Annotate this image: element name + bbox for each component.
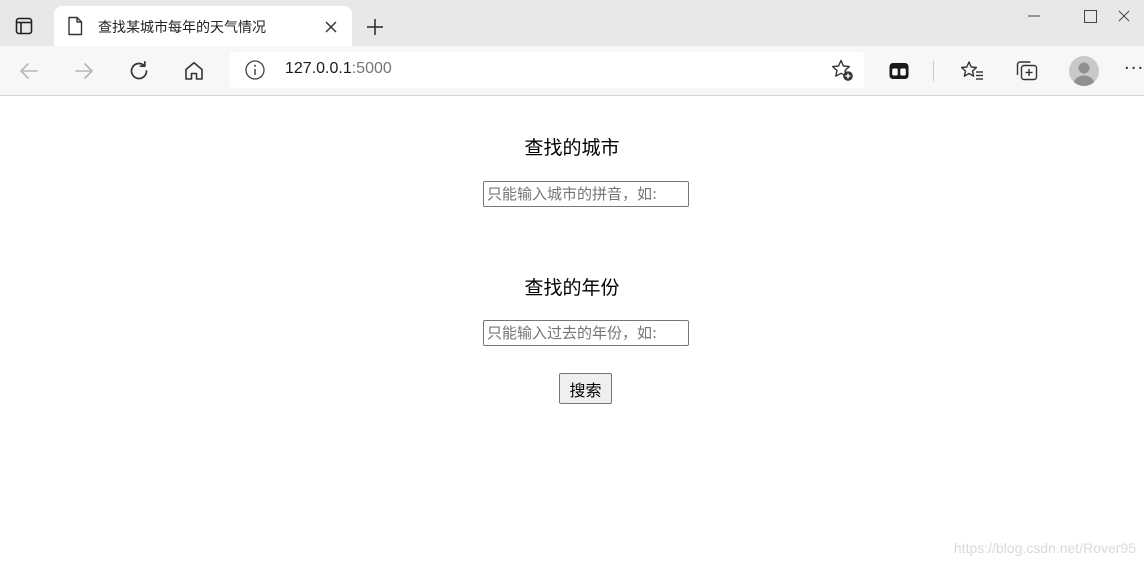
extension-button[interactable] — [882, 54, 916, 88]
minimize-icon — [1028, 15, 1040, 17]
avatar[interactable] — [1069, 56, 1099, 86]
collections-button[interactable] — [1010, 54, 1044, 88]
year-input[interactable] — [483, 320, 689, 346]
back-arrow-icon — [20, 63, 38, 79]
star-plus-icon[interactable] — [830, 58, 854, 82]
browser-toolbar: 127.0.0.1:5000 ··· — [0, 46, 1144, 96]
minimize-button[interactable] — [1006, 0, 1062, 32]
tab-close-button[interactable] — [320, 16, 342, 38]
home-icon — [185, 62, 203, 80]
collections-icon — [1016, 61, 1038, 81]
info-icon[interactable] — [244, 59, 266, 81]
close-window-button[interactable] — [1118, 0, 1144, 32]
profile-icon — [1074, 62, 1094, 86]
favorites-button[interactable] — [955, 54, 989, 88]
browser-tab[interactable]: 查找某城市每年的天气情况 — [54, 6, 352, 46]
back-button[interactable] — [12, 54, 46, 88]
more-icon[interactable]: ··· — [1124, 60, 1144, 78]
close-icon — [325, 21, 337, 33]
year-label: 查找的年份 — [524, 277, 620, 299]
maximize-button[interactable] — [1062, 0, 1118, 32]
refresh-icon — [130, 60, 148, 80]
forward-arrow-icon — [75, 63, 93, 79]
extension-icon — [889, 63, 909, 79]
refresh-button[interactable] — [122, 54, 156, 88]
close-window-icon — [1118, 10, 1130, 22]
search-button[interactable]: 搜索 — [559, 373, 612, 404]
tab-actions-icon — [15, 17, 33, 35]
page-content: 查找的城市 查找的年份 搜索 https://blog.csdn.net/Rov… — [0, 96, 1144, 564]
city-label: 查找的城市 — [524, 137, 620, 159]
address-bar[interactable]: 127.0.0.1:5000 — [230, 52, 864, 88]
home-button[interactable] — [177, 54, 211, 88]
city-input[interactable] — [483, 181, 689, 207]
forward-button[interactable] — [67, 54, 101, 88]
watermark: https://blog.csdn.net/Rover95 — [953, 540, 1136, 556]
tab-actions-button[interactable] — [6, 10, 42, 42]
address-port: :5000 — [351, 60, 392, 77]
favorites-icon — [960, 61, 983, 80]
new-tab-button[interactable] — [360, 12, 390, 42]
address-host: 127.0.0.1 — [285, 60, 352, 77]
plus-icon — [367, 19, 383, 35]
toolbar-divider — [933, 61, 934, 81]
maximize-icon — [1083, 9, 1097, 23]
page-icon — [68, 16, 83, 36]
tab-title: 查找某城市每年的天气情况 — [98, 20, 266, 36]
tab-strip: 查找某城市每年的天气情况 — [0, 0, 1144, 46]
address-text[interactable]: 127.0.0.1:5000 — [285, 60, 392, 78]
